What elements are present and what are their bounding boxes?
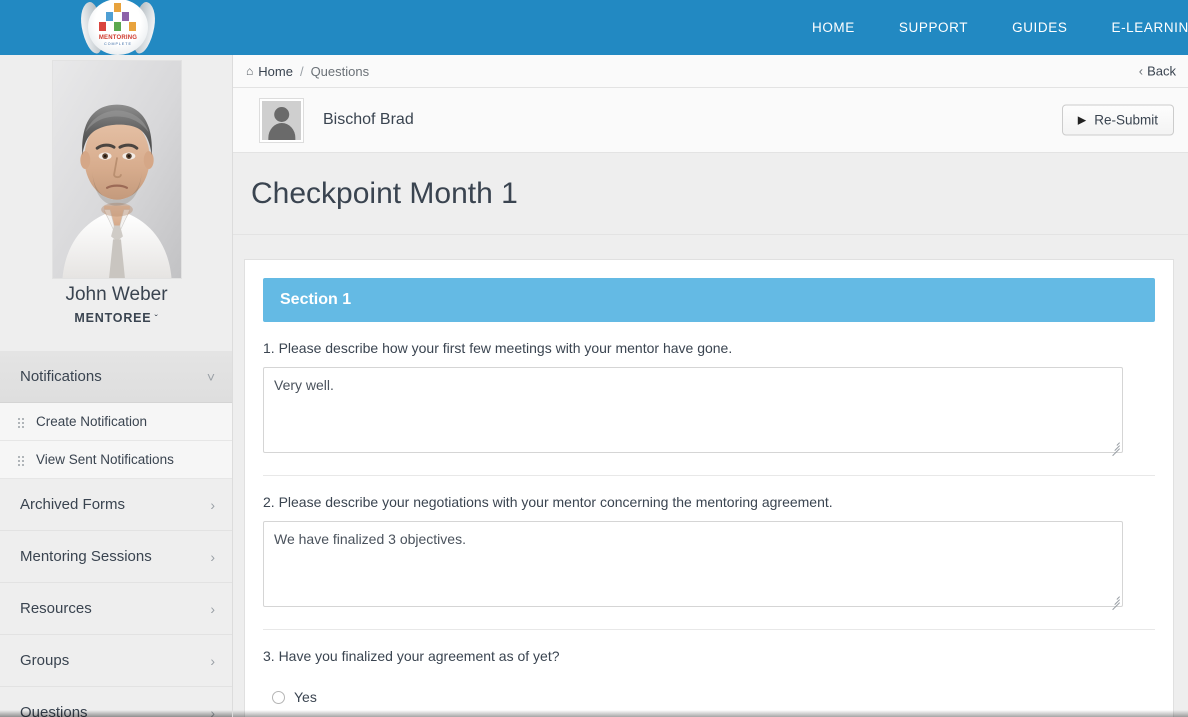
sidebar-item-label: Questions xyxy=(20,704,88,717)
submitter-name: Bischof Brad xyxy=(323,111,414,128)
sidebar-item-archived-forms[interactable]: Archived Forms › xyxy=(0,479,232,531)
question-label: 2. Please describe your negotiations wit… xyxy=(263,494,833,510)
page-title: Checkpoint Month 1 xyxy=(251,176,518,210)
sidebar-item-groups[interactable]: Groups › xyxy=(0,635,232,687)
radio-option-yes[interactable]: Yes xyxy=(263,675,1155,705)
sidebar-item-label: Resources xyxy=(20,600,92,617)
sidebar-item-label: View Sent Notifications xyxy=(36,452,174,467)
section-title: Section 1 xyxy=(280,291,352,308)
sidebar-profile-role[interactable]: MENTOREE ˇ xyxy=(0,311,232,325)
radio-option-label: Yes xyxy=(294,689,317,705)
question-block-1: 1. Please describe how your first few me… xyxy=(263,322,1155,457)
re-submit-button[interactable]: ▶ Re-Submit xyxy=(1061,104,1174,136)
profile-portrait-image xyxy=(53,61,181,278)
re-submit-label: Re-Submit xyxy=(1094,112,1158,128)
sidebar-item-notifications[interactable]: Notifications ˅ xyxy=(0,351,232,403)
nav-link-support[interactable]: SUPPORT xyxy=(877,20,990,35)
avatar-placeholder-icon xyxy=(262,100,301,140)
logo-title: MENTORING xyxy=(98,35,138,41)
sidebar-item-label: Mentoring Sessions xyxy=(20,548,152,565)
nav-link-guides[interactable]: GUIDES xyxy=(990,20,1089,35)
chevron-right-icon: › xyxy=(210,496,215,513)
sidebar-nav-list: Notifications ˅ Create Notification View… xyxy=(0,351,232,717)
section-header: Section 1 xyxy=(263,278,1155,322)
form-scroll-area[interactable]: Section 1 1. Please describe how your fi… xyxy=(233,235,1188,717)
sidebar-profile-role-label: MENTOREE xyxy=(74,311,152,325)
question-block-2: 2. Please describe your negotiations wit… xyxy=(263,476,1155,611)
main-nav: HOME SUPPORT GUIDES E-LEARNING xyxy=(790,0,1188,55)
main-content: ⌂ Home / Questions ‹ Back Bischof Brad ▶ … xyxy=(233,55,1188,717)
sidebar-item-label: Groups xyxy=(20,652,70,669)
sidebar-item-resources[interactable]: Resources › xyxy=(0,583,232,635)
question-block-3: 3. Have you finalized your agreement as … xyxy=(263,630,1155,705)
breadcrumb-home[interactable]: Home xyxy=(258,64,293,79)
sidebar-item-label: Notifications xyxy=(20,368,102,385)
sidebar-item-label: Archived Forms xyxy=(20,496,126,513)
chevron-down-icon: ˇ xyxy=(154,314,159,325)
chevron-left-icon: ‹ xyxy=(1138,63,1144,79)
sidebar-item-mentoring-sessions[interactable]: Mentoring Sessions › xyxy=(0,531,232,583)
sidebar-item-create-notification[interactable]: Create Notification xyxy=(0,403,232,441)
play-icon: ▶ xyxy=(1077,114,1087,127)
chevron-right-icon: › xyxy=(210,548,215,565)
sidebar-profile-name: John Weber xyxy=(65,284,168,305)
question-1-textarea[interactable] xyxy=(263,367,1123,453)
sidebar-item-view-sent-notifications[interactable]: View Sent Notifications xyxy=(0,441,232,479)
top-navigation-bar: MENTORING COMPLETE HOME SUPPORT GUIDES E… xyxy=(0,0,1188,58)
back-link[interactable]: ‹ Back xyxy=(1139,64,1176,79)
site-logo[interactable]: MENTORING COMPLETE xyxy=(77,0,159,58)
grip-dots-icon xyxy=(18,418,27,428)
chevron-right-icon: › xyxy=(210,600,215,617)
radio-button-icon[interactable] xyxy=(272,690,285,704)
chevron-down-icon: ˅ xyxy=(206,368,215,385)
user-bar: Bischof Brad ▶ Re-Submit xyxy=(233,88,1188,153)
sidebar: John Weber MENTOREE ˇ Notifications ˅ Cre… xyxy=(0,55,233,717)
nav-link-home[interactable]: HOME xyxy=(790,20,877,35)
profile-photo xyxy=(52,60,182,279)
page-title-bar: Checkpoint Month 1 xyxy=(233,153,1188,235)
grip-dots-icon xyxy=(18,456,27,466)
question-label: 1. Please describe how your first few me… xyxy=(263,340,733,356)
breadcrumb-bar: ⌂ Home / Questions ‹ Back xyxy=(233,55,1188,88)
sidebar-item-questions[interactable]: Questions › xyxy=(0,687,232,717)
chevron-right-icon: › xyxy=(210,652,215,669)
form-card: Section 1 1. Please describe how your fi… xyxy=(244,259,1174,717)
sidebar-item-label: Create Notification xyxy=(36,414,148,429)
back-label: Back xyxy=(1147,63,1176,79)
question-2-textarea[interactable] xyxy=(263,521,1123,607)
breadcrumb-separator: / xyxy=(299,63,304,79)
chevron-right-icon: › xyxy=(210,704,215,717)
question-label: 3. Have you finalized your agreement as … xyxy=(263,648,560,664)
logo-subtitle: COMPLETE xyxy=(104,42,132,46)
nav-link-elearning[interactable]: E-LEARNING xyxy=(1089,20,1188,35)
home-icon: ⌂ xyxy=(246,64,254,78)
avatar xyxy=(259,97,304,143)
logo-badge-icon: MENTORING COMPLETE xyxy=(88,0,148,55)
breadcrumb-current: Questions xyxy=(310,63,370,79)
